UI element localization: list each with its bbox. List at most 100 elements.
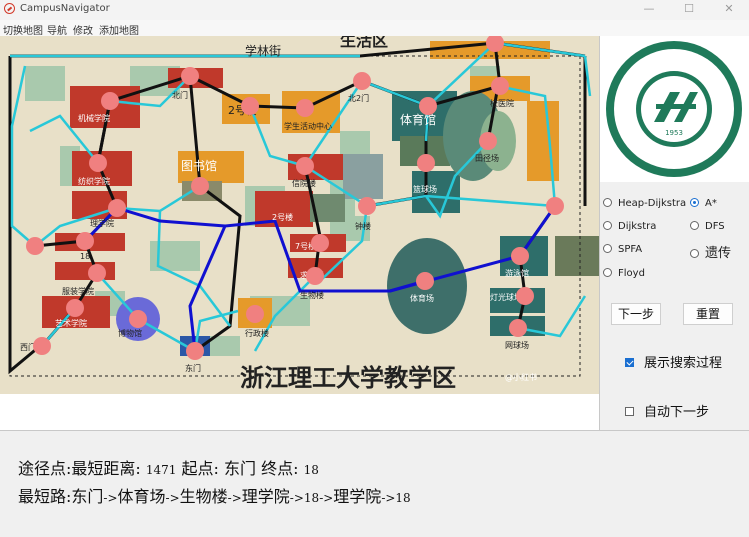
node-qi-hao	[311, 234, 329, 252]
show-search-checkbox[interactable]: 展示搜索过程	[625, 352, 722, 371]
label-xinxi: 信院楼	[292, 178, 316, 188]
menu-add-map[interactable]: 添加地图	[99, 22, 139, 37]
label-youyong: 游泳馆	[505, 268, 529, 278]
window-title: CampusNavigator	[20, 3, 110, 14]
label-yishu: 艺术学院	[55, 318, 87, 328]
node-zhonglou	[358, 197, 376, 215]
map-watermark: @小红书	[505, 372, 537, 382]
label-lixue: 理学院	[90, 218, 114, 228]
path-step: 18	[395, 491, 411, 505]
logo-year: 1953	[665, 129, 683, 137]
label-bowuguan: 博物馆	[118, 328, 142, 338]
result-start-label: 起点:	[181, 459, 219, 478]
algo-genetic[interactable]: 遗传	[690, 242, 731, 261]
label-shengwu: 生物楼	[300, 290, 324, 300]
node-lixue	[108, 199, 126, 217]
node-east	[546, 197, 564, 215]
label-dongmen: 东门	[185, 363, 201, 373]
node-dongmen	[186, 342, 204, 360]
label-north-area: 生活区	[340, 36, 388, 50]
result-path: 最短路:东门->体育场->生物楼->理学院->18->理学院->18	[18, 487, 411, 506]
result-end-label: 终点:	[261, 459, 299, 478]
node-bei2men	[353, 72, 371, 90]
label-jixie: 机械学院	[78, 113, 110, 123]
university-logo: 1953	[600, 36, 749, 182]
reset-button[interactable]: 重置	[683, 303, 733, 325]
path-step: 理学院	[241, 487, 290, 506]
label-tiyuchang: 体育场	[410, 293, 434, 303]
campus-map[interactable]: 机械学院 纺织学院 理学院 18 服装学院 艺术学院 博物馆 北门 2号楼 学生…	[0, 36, 599, 394]
label-yiwu: 校医院	[490, 98, 514, 108]
result-start: 东门	[224, 459, 257, 478]
node-tianjing	[479, 132, 497, 150]
result-end: 18	[303, 463, 319, 477]
label-zhonglou: 钟楼	[355, 221, 371, 231]
label-tushuguan: 图书馆	[181, 158, 217, 173]
label-xuesheng: 学生活动中心	[284, 121, 332, 131]
next-step-button[interactable]: 下一步	[611, 303, 661, 325]
path-step: 生物楼	[179, 487, 228, 506]
algo-dfs[interactable]: DFS	[690, 221, 725, 232]
menu-navigate[interactable]: 导航	[47, 22, 67, 37]
node-ximen	[33, 337, 51, 355]
label-lanqiu: 篮球场	[413, 184, 437, 194]
menu-modify[interactable]: 修改	[73, 22, 93, 37]
node-xingzheng	[246, 305, 264, 323]
map-canvas[interactable]: 机械学院 纺织学院 理学院 18 服装学院 艺术学院 博物馆 北门 2号楼 学生…	[0, 36, 599, 394]
label-fangzhi: 纺织学院	[78, 176, 110, 186]
algo-heap-dijkstra[interactable]: Heap-Dijkstra	[603, 198, 686, 209]
title-bar: CampusNavigator — ☐ ✕	[0, 0, 749, 20]
node-tiyuguan	[419, 97, 437, 115]
menu-bar: 切换地图 导航 修改 添加地图	[0, 20, 749, 37]
app-compass-icon	[4, 3, 15, 14]
minimize-button[interactable]: —	[629, 0, 669, 20]
canvas-blank-area	[0, 394, 599, 430]
node-wangqiu	[509, 319, 527, 337]
label-wangqiu: 网球场	[505, 340, 529, 350]
label-tianjing: 田径场	[475, 153, 499, 163]
result-summary: 途径点:最短距离: 1471 起点: 东门 终点: 18	[18, 455, 319, 479]
algo-floyd[interactable]: Floyd	[603, 268, 645, 279]
label-n18: 18	[80, 252, 90, 261]
node-yishu	[66, 299, 84, 317]
node-tushuguan	[191, 177, 209, 195]
node-beimen	[181, 67, 199, 85]
node-18	[76, 232, 94, 250]
path-step: 理学院	[333, 487, 382, 506]
label-xingzheng: 行政楼	[245, 328, 269, 338]
menu-switch-map[interactable]: 切换地图	[3, 22, 43, 37]
algo-astar[interactable]: A*	[690, 198, 717, 209]
node-fangzhi	[89, 154, 107, 172]
node-yiwu	[491, 77, 509, 95]
label-er-hao-b: 2号楼	[272, 212, 293, 222]
result-distance: 1471	[145, 463, 177, 477]
node-xuesheng	[296, 99, 314, 117]
close-button[interactable]: ✕	[709, 0, 749, 20]
node-bowuguan	[129, 310, 147, 328]
path-step: 东门	[71, 487, 104, 506]
label-fuzhuang: 服装学院	[62, 286, 94, 296]
path-step: 18	[303, 491, 320, 505]
node-tiyuchang	[416, 272, 434, 290]
map-title: 浙江理工大学教学区	[240, 364, 456, 392]
node-fuzhuang	[88, 264, 106, 282]
node-dengguang	[516, 287, 534, 305]
label-beimen: 北门	[172, 90, 188, 100]
algo-dijkstra[interactable]: Dijkstra	[603, 221, 656, 232]
result-prefix: 途径点:最短距离:	[18, 459, 141, 478]
algo-spfa[interactable]: SPFA	[603, 244, 642, 255]
logo-seal-icon: 1953	[606, 41, 742, 177]
node-er-hao	[241, 97, 259, 115]
node-lanqiu	[417, 154, 435, 172]
label-bei2men: 北2门	[348, 93, 369, 103]
node-youyong	[511, 247, 529, 265]
node-jixie	[101, 92, 119, 110]
node-west	[26, 237, 44, 255]
label-street: 学林街	[245, 43, 281, 58]
maximize-button[interactable]: ☐	[669, 0, 709, 20]
result-path-prefix: 最短路:	[18, 487, 72, 506]
auto-next-checkbox[interactable]: 自动下一步	[625, 401, 709, 420]
node-shengwu	[306, 267, 324, 285]
path-step: 体育场	[117, 487, 166, 506]
node-xinxi	[296, 157, 314, 175]
